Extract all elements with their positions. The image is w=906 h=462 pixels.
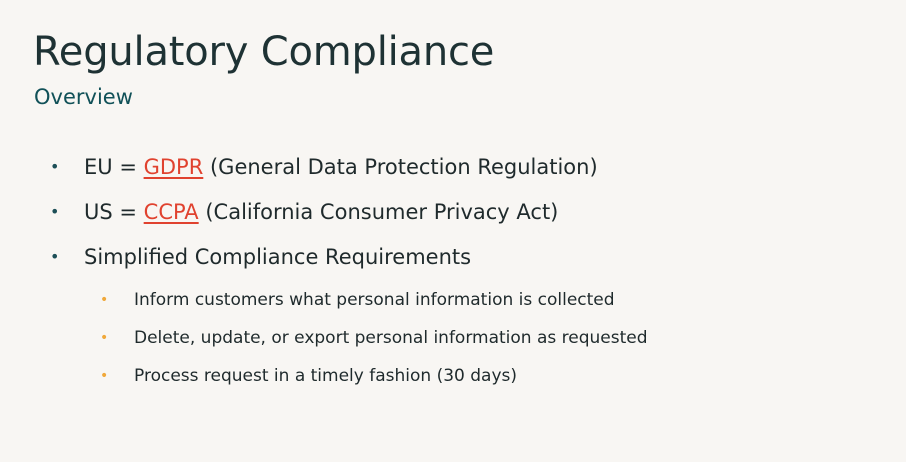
bullet-suffix: (General Data Protection Regulation) [203,155,598,179]
sub-bullet-dot-icon: • [100,292,109,308]
bullet-item-gdpr: • EU = GDPR (General Data Protection Reg… [50,148,598,193]
bullet-list: • EU = GDPR (General Data Protection Reg… [50,148,598,283]
bullet-dot-icon: • [50,247,60,266]
bullet-suffix: (California Consumer Privacy Act) [198,200,559,224]
sub-bullet-list: • Inform customers what personal informa… [100,283,648,397]
bullet-item-requirements: • Simplified Compliance Requirements [50,238,598,283]
sub-bullet-item: • Inform customers what personal informa… [100,283,648,321]
sub-bullet-text: Inform customers what personal informati… [134,290,615,310]
bullet-dot-icon: • [50,202,60,221]
sub-bullet-item: • Process request in a timely fashion (3… [100,359,648,397]
sub-bullet-dot-icon: • [100,368,109,384]
slide-subtitle: Overview [34,85,133,109]
bullet-prefix: EU = [84,155,144,179]
sub-bullet-dot-icon: • [100,330,109,346]
slide: Regulatory Compliance Overview • EU = GD… [0,0,906,462]
bullet-text: Simplified Compliance Requirements [84,245,472,269]
sub-bullet-text: Process request in a timely fashion (30 … [134,366,517,386]
bullet-item-ccpa: • US = CCPA (California Consumer Privacy… [50,193,598,238]
bullet-prefix: US = [84,200,144,224]
sub-bullet-text: Delete, update, or export personal infor… [134,328,648,348]
slide-title: Regulatory Compliance [33,29,495,75]
gdpr-link[interactable]: GDPR [144,155,204,179]
bullet-dot-icon: • [50,157,60,176]
ccpa-link[interactable]: CCPA [144,200,199,224]
sub-bullet-item: • Delete, update, or export personal inf… [100,321,648,359]
